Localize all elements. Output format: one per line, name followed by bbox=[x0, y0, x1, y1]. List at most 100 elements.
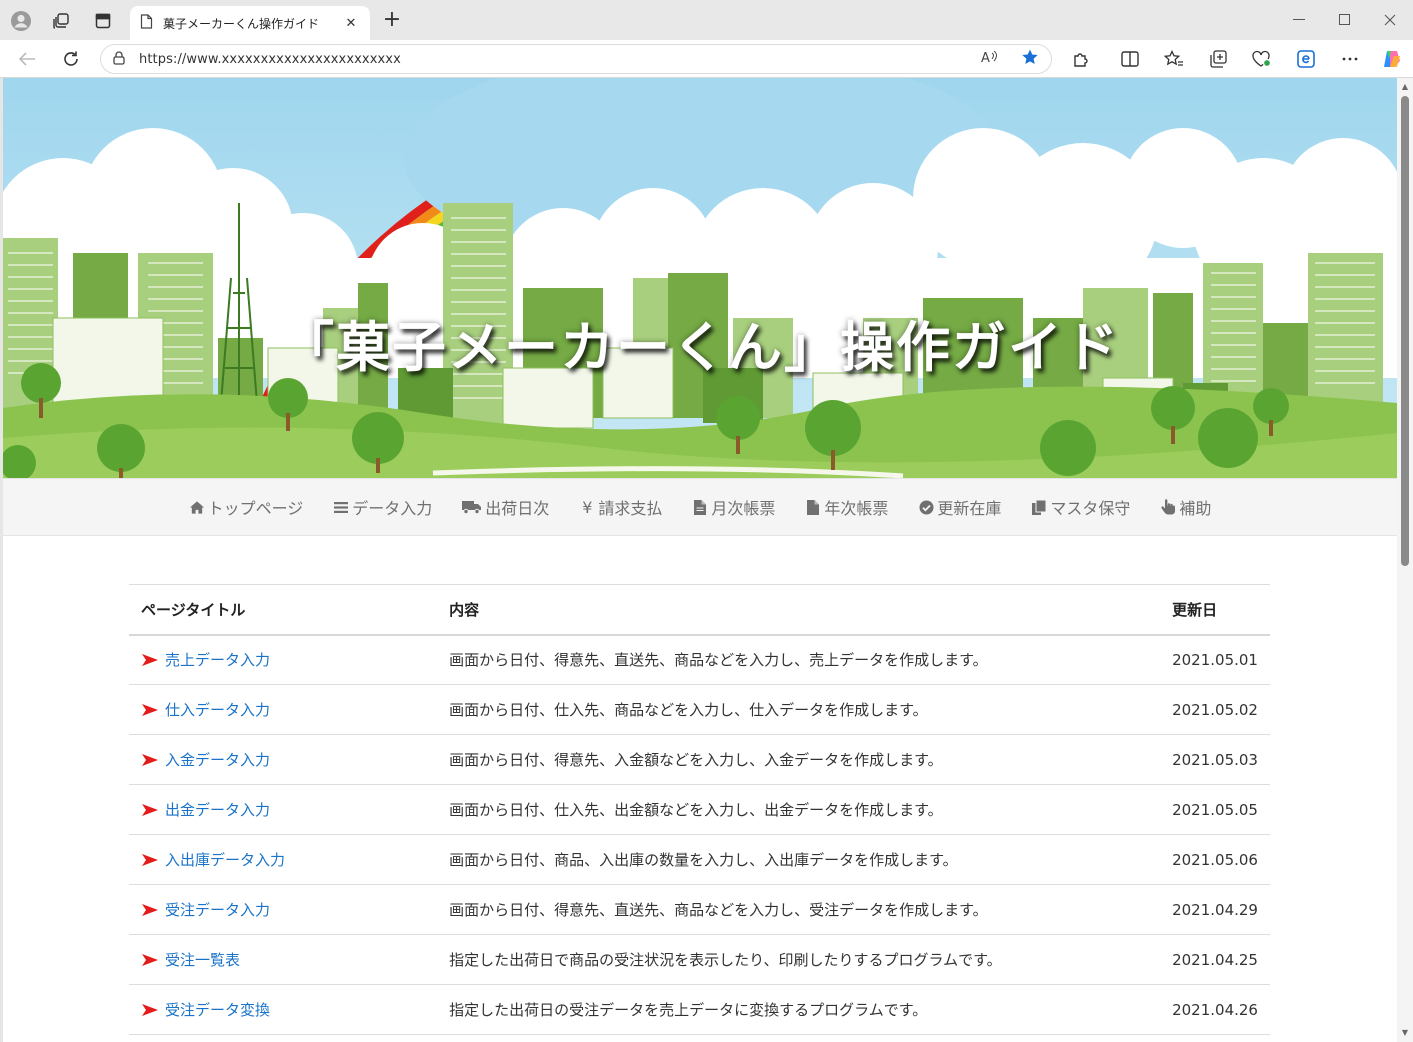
menu-item-label: データ入力 bbox=[352, 499, 433, 518]
copy-icon bbox=[1031, 499, 1047, 515]
address-toolbar: https://www.xxxxxxxxxxxxxxxxxxxxxxx A bbox=[0, 40, 1413, 78]
split-screen-icon[interactable] bbox=[1118, 48, 1142, 70]
row-date: 2021.05.02 bbox=[1160, 684, 1270, 735]
page-icon bbox=[140, 13, 153, 33]
menu-item-inventory-update[interactable]: 更新在庫 bbox=[903, 495, 1016, 519]
back-arrow-icon[interactable] bbox=[14, 47, 40, 71]
row-date: 2021.05.06 bbox=[1160, 834, 1270, 885]
menu-item-label: 補助 bbox=[1179, 499, 1212, 518]
url-text[interactable]: https://www.xxxxxxxxxxxxxxxxxxxxxxx bbox=[139, 52, 981, 67]
file-icon bbox=[805, 499, 821, 515]
row-date: 2021.04.26 bbox=[1160, 984, 1270, 1035]
table-row: 受注一覧表 指定した出荷日で商品の受注状況を表示したり、印刷したりするプログラム… bbox=[129, 934, 1270, 985]
row-title-cell: 受注データ入力 bbox=[129, 884, 438, 935]
menu-item-master-maintenance[interactable]: マスタ保守 bbox=[1016, 495, 1145, 519]
scrollbar-thumb[interactable] bbox=[1401, 96, 1409, 566]
table-row: 入金データ入力 画面から日付、得意先、入金額などを入力し、入金データを作成します… bbox=[129, 734, 1270, 785]
row-title-cell: 出金データ入力 bbox=[129, 784, 438, 835]
new-tab-button[interactable]: + bbox=[380, 8, 404, 32]
menu-item-data-entry[interactable]: データ入力 bbox=[318, 495, 447, 519]
row-title-link[interactable]: 入金データ入力 bbox=[165, 751, 270, 769]
yen-icon: ¥ bbox=[582, 497, 593, 517]
table-row: 売上データ入力 画面から日付、得意先、直送先、商品などを入力し、売上データを作成… bbox=[129, 634, 1270, 685]
collections-icon[interactable] bbox=[1206, 48, 1230, 70]
url-bar[interactable]: https://www.xxxxxxxxxxxxxxxxxxxxxxx A bbox=[100, 44, 1052, 74]
main-menu: トップページ データ入力 出荷日次 ¥ 請求支払 月次帳票 年次帳票 更新在庫 … bbox=[3, 478, 1397, 536]
table-row: 受注データ変換 指定した出荷日の受注データを売上データに変換するプログラムです。… bbox=[129, 984, 1270, 1035]
arrow-bullet-icon bbox=[142, 904, 158, 916]
scroll-down-arrow-icon[interactable]: ▼ bbox=[1400, 1028, 1410, 1038]
favorite-star-icon[interactable] bbox=[1021, 48, 1039, 70]
maximize-button[interactable] bbox=[1322, 6, 1368, 34]
menu-item-label: 請求支払 bbox=[598, 499, 663, 518]
menu-item-label: 更新在庫 bbox=[937, 499, 1002, 518]
row-title-cell: 受注一覧表 bbox=[129, 934, 438, 985]
menu-item-auxiliary[interactable]: 補助 bbox=[1145, 495, 1226, 519]
menu-item-billing[interactable]: ¥ 請求支払 bbox=[564, 495, 677, 519]
browser-tab[interactable]: 菓子メーカーくん操作ガイド ✕ bbox=[130, 6, 370, 40]
row-title-link[interactable]: 受注データ変換 bbox=[165, 1001, 270, 1019]
close-tab-icon[interactable]: ✕ bbox=[342, 16, 360, 31]
hero-title: 「菓子メーカーくん」操作ガイド bbox=[280, 316, 1120, 379]
arrow-bullet-icon bbox=[142, 654, 158, 667]
row-title-cell: 入出庫データ入力 bbox=[129, 834, 438, 885]
row-date: 2021.04.29 bbox=[1160, 884, 1270, 935]
truck-icon bbox=[462, 499, 482, 515]
copilot-icon[interactable] bbox=[1380, 48, 1404, 70]
menu-item-label: マスタ保守 bbox=[1050, 499, 1131, 518]
edge-icon[interactable] bbox=[1294, 48, 1318, 70]
menu-item-shipping[interactable]: 出荷日次 bbox=[447, 495, 564, 519]
header-content: 内容 bbox=[437, 584, 1161, 636]
tab-title: 菓子メーカーくん操作ガイド bbox=[163, 16, 320, 31]
file-icon bbox=[692, 499, 708, 515]
row-title-cell: 仕入データ入力 bbox=[129, 684, 438, 735]
svg-text:A: A bbox=[981, 51, 990, 64]
arrow-bullet-icon bbox=[142, 704, 158, 716]
table-row: 出金データ入力 画面から日付、仕入先、出金額などを入力し、出金データを作成します… bbox=[129, 784, 1270, 835]
browser-essentials-icon[interactable] bbox=[1250, 48, 1274, 70]
workspaces-icon[interactable] bbox=[48, 8, 74, 34]
scroll-up-arrow-icon[interactable]: ▲ bbox=[1400, 82, 1410, 92]
lock-icon[interactable] bbox=[113, 50, 125, 69]
browser-tab-bar: 菓子メーカーくん操作ガイド ✕ + bbox=[0, 0, 1413, 40]
table-row: 仕入データ入力 画面から日付、仕入先、商品などを入力し、仕入データを作成します。… bbox=[129, 684, 1270, 735]
menu-item-monthly-reports[interactable]: 月次帳票 bbox=[677, 495, 790, 519]
row-date: 2021.04.25 bbox=[1160, 934, 1270, 985]
page-scrollbar[interactable]: ▲ ▼ bbox=[1397, 78, 1413, 1042]
row-title-cell: 売上データ入力 bbox=[129, 634, 438, 685]
more-options-icon[interactable] bbox=[1338, 48, 1362, 70]
minimize-button[interactable] bbox=[1276, 6, 1322, 34]
vertical-tabs-icon[interactable] bbox=[90, 8, 116, 34]
guide-table: ページタイトル 内容 更新日 売上データ入力 画面から日付、得意先、直送先、商品… bbox=[129, 584, 1270, 1035]
table-header-row: ページタイトル 内容 更新日 bbox=[129, 584, 1270, 636]
row-title-link[interactable]: 出金データ入力 bbox=[165, 801, 270, 819]
table-row: 受注データ入力 画面から日付、得意先、直送先、商品などを入力し、受注データを作成… bbox=[129, 884, 1270, 935]
menu-item-label: 月次帳票 bbox=[711, 499, 776, 518]
row-content: 指定した出荷日の受注データを売上データに変換するプログラムです。 bbox=[437, 984, 1161, 1035]
row-title-link[interactable]: 入出庫データ入力 bbox=[165, 851, 285, 869]
read-aloud-icon[interactable]: A bbox=[981, 50, 999, 68]
arrow-bullet-icon bbox=[142, 1004, 158, 1016]
city-rainbow-illustration bbox=[3, 78, 1397, 478]
refresh-icon[interactable] bbox=[58, 47, 84, 71]
page-viewport: 「菓子メーカーくん」操作ガイド トップページ データ入力 出荷日次 ¥ 請求支払 bbox=[0, 78, 1413, 1042]
row-date: 2021.05.01 bbox=[1160, 634, 1270, 685]
row-title-link[interactable]: 売上データ入力 bbox=[165, 651, 270, 669]
row-content: 指定した出荷日で商品の受注状況を表示したり、印刷したりするプログラムです。 bbox=[437, 934, 1161, 985]
row-content: 画面から日付、得意先、直送先、商品などを入力し、受注データを作成します。 bbox=[437, 884, 1161, 935]
favorites-icon[interactable] bbox=[1162, 48, 1186, 70]
list-icon bbox=[333, 499, 349, 515]
row-title-link[interactable]: 仕入データ入力 bbox=[165, 701, 270, 719]
menu-item-label: 出荷日次 bbox=[485, 499, 550, 518]
menu-item-label: 年次帳票 bbox=[824, 499, 889, 518]
close-window-button[interactable] bbox=[1367, 6, 1413, 34]
row-title-link[interactable]: 受注一覧表 bbox=[165, 951, 240, 969]
extensions-icon[interactable] bbox=[1069, 48, 1093, 70]
hero-banner: 「菓子メーカーくん」操作ガイド bbox=[3, 78, 1397, 478]
header-page-title: ページタイトル bbox=[129, 584, 438, 636]
profile-icon[interactable] bbox=[8, 8, 34, 34]
row-title-link[interactable]: 受注データ入力 bbox=[165, 901, 270, 919]
menu-item-top[interactable]: トップページ bbox=[174, 495, 319, 519]
header-updated-date: 更新日 bbox=[1160, 584, 1270, 636]
menu-item-annual-reports[interactable]: 年次帳票 bbox=[790, 495, 903, 519]
